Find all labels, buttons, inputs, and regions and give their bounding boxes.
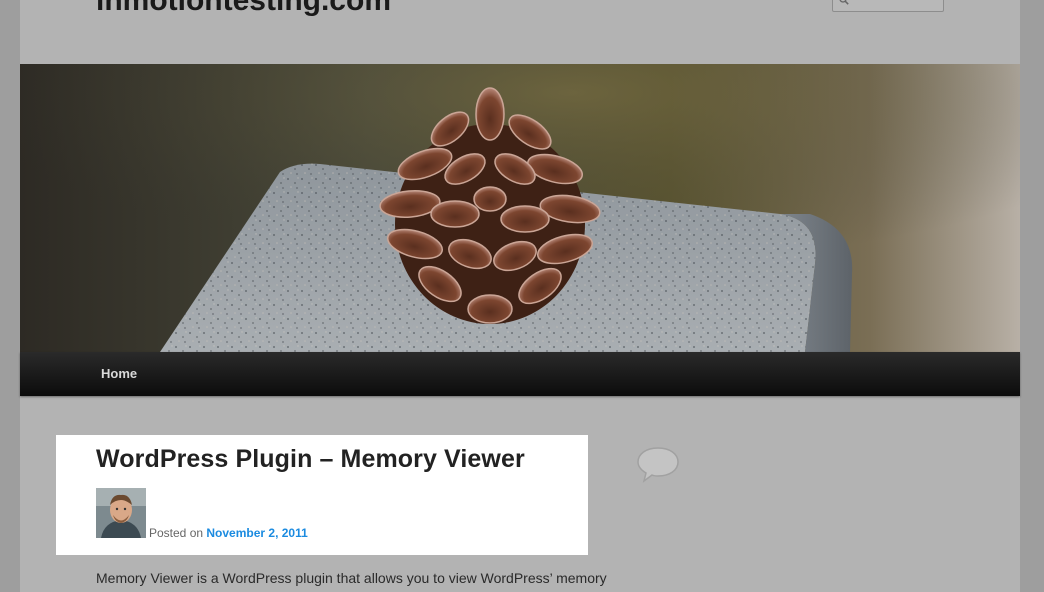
post-date-link[interactable]: November 2, 2011 [206, 526, 307, 540]
post-header: WordPress Plugin – Memory Viewer Posted … [56, 435, 588, 555]
posted-on-label: Posted on [149, 526, 204, 540]
search-icon [839, 0, 849, 5]
post-meta: Posted on November 2, 2011 [149, 526, 308, 540]
main-navigation: Home [20, 352, 1020, 396]
header-image[interactable] [20, 64, 1020, 352]
post-title[interactable]: WordPress Plugin – Memory Viewer [96, 445, 525, 474]
post-excerpt: Memory Viewer is a WordPress plugin that… [96, 570, 607, 586]
author-avatar[interactable] [96, 488, 146, 538]
search-input[interactable] [832, 0, 944, 12]
page-container: inmotiontesting.com Home WordPress Plugi… [20, 0, 1020, 592]
nav-item-home[interactable]: Home [101, 366, 137, 381]
comment-bubble-icon[interactable] [636, 445, 680, 483]
site-title[interactable]: inmotiontesting.com [96, 0, 391, 16]
